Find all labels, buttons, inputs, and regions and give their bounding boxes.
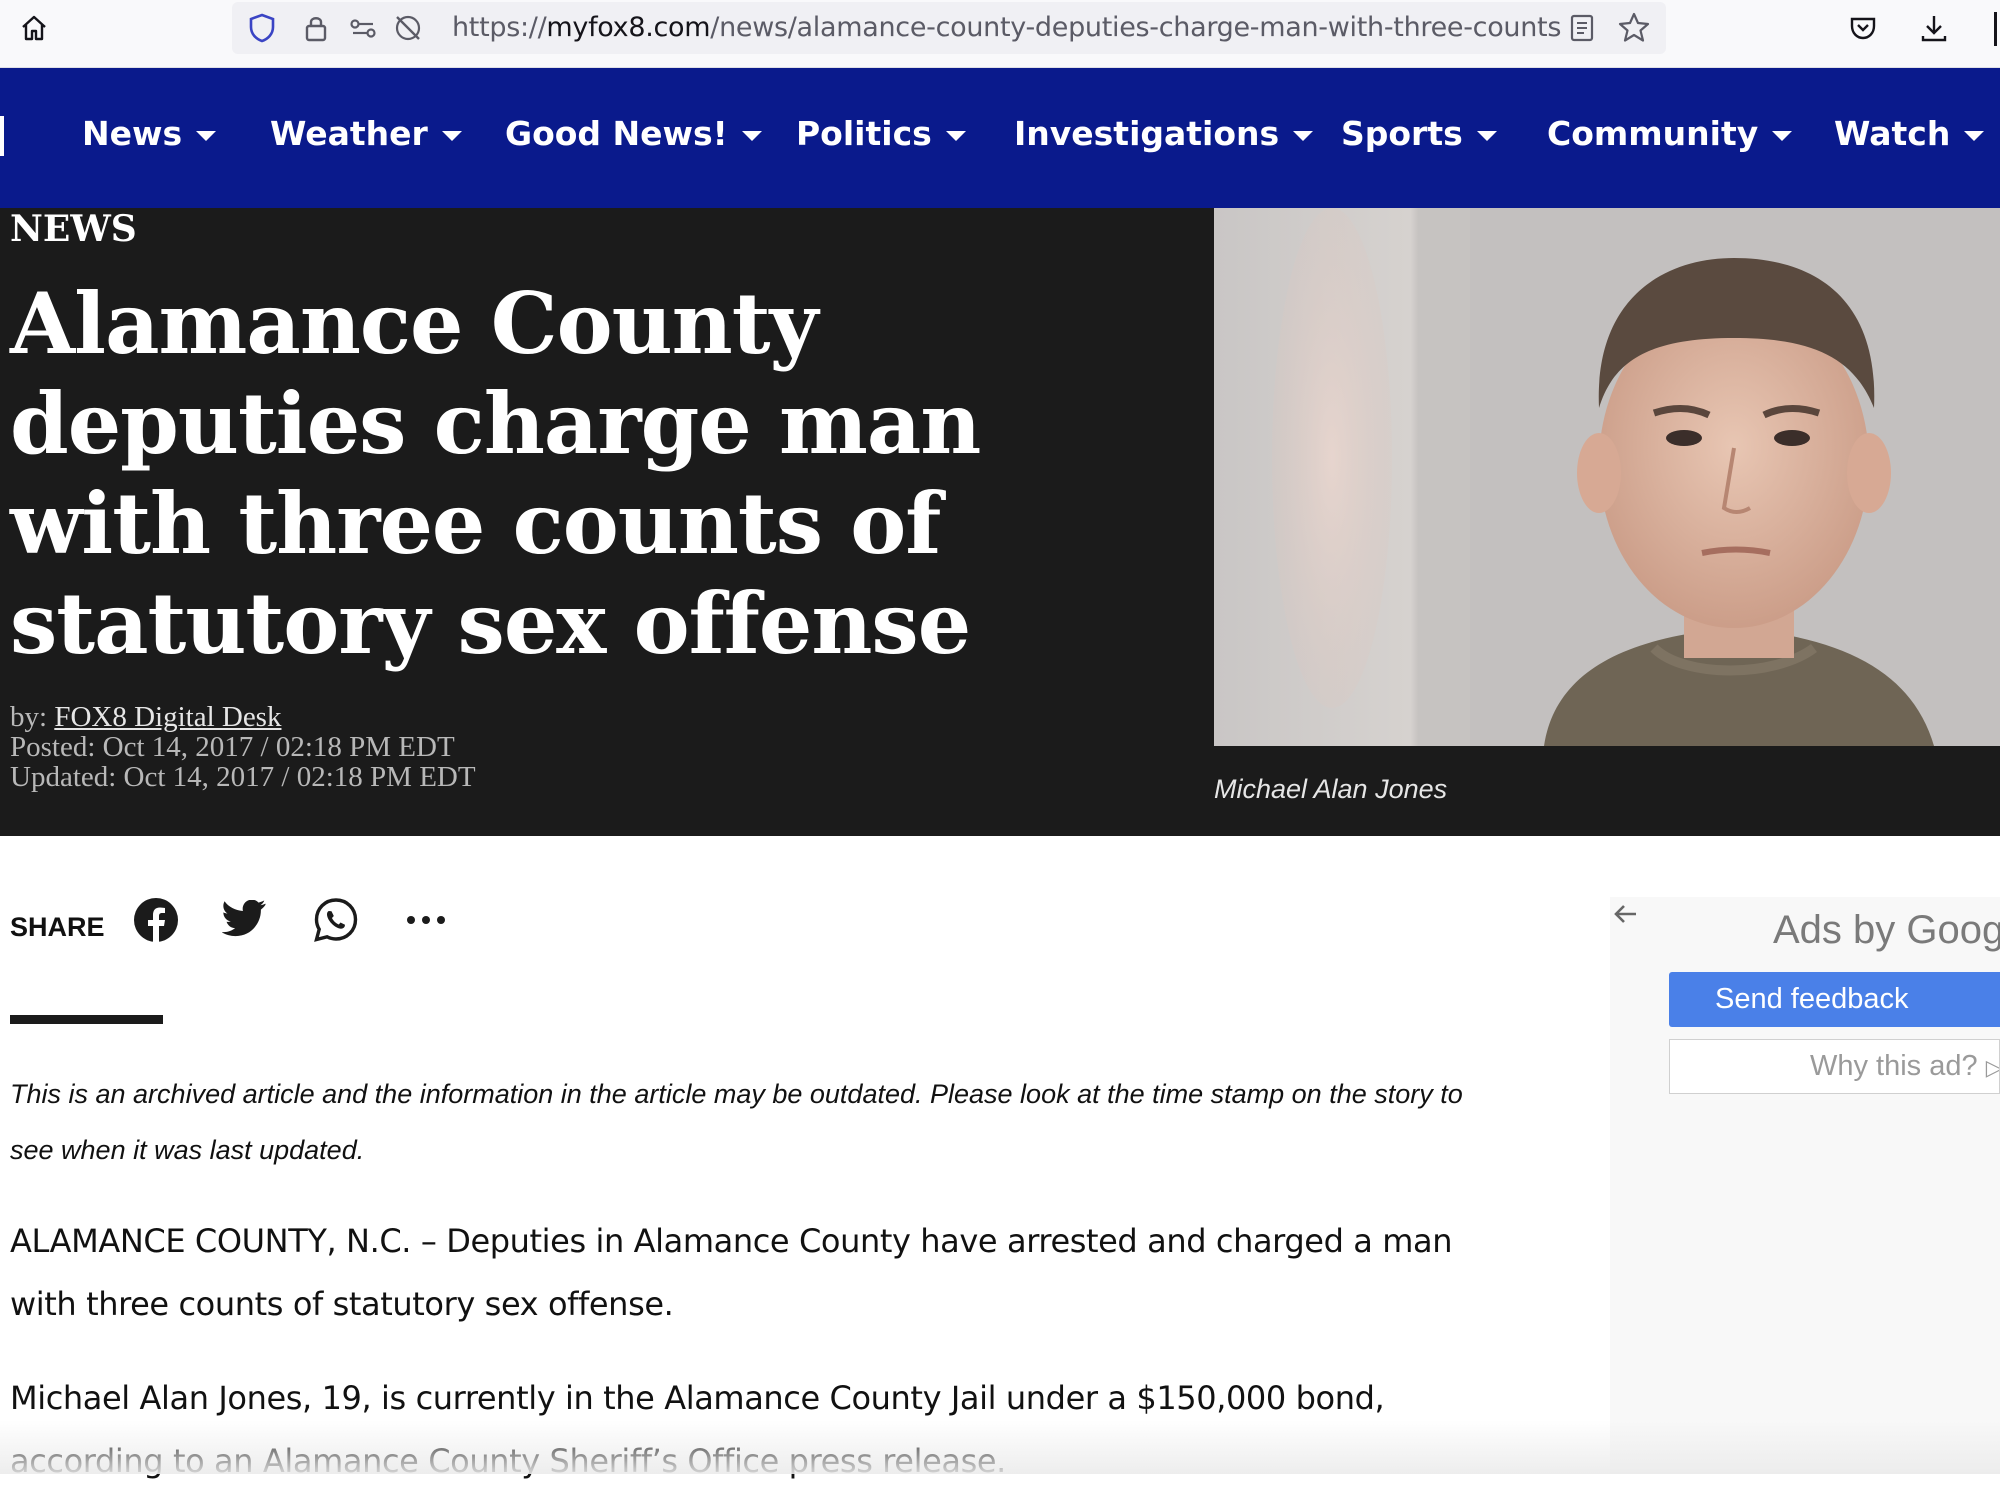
adchoices-icon: ▷ xyxy=(1986,1055,1999,1080)
share-label: SHARE xyxy=(10,912,105,942)
article-photo[interactable] xyxy=(1214,208,2000,746)
posted-date: Posted: Oct 14, 2017 / 02:18 PM EDT xyxy=(10,731,455,763)
nav-item-weather[interactable]: Weather xyxy=(270,114,462,153)
article-headline: Alamance County deputies charge man with… xyxy=(10,274,981,673)
url-bar[interactable]: https://myfox8.com/news/alamance-county-… xyxy=(232,2,1666,54)
caret-down-icon xyxy=(196,130,217,141)
nav-edge-marker xyxy=(0,116,4,156)
bookmark-star-icon[interactable] xyxy=(1614,8,1654,48)
home-icon[interactable] xyxy=(14,8,54,48)
author-link[interactable]: FOX8 Digital Desk xyxy=(54,701,281,733)
lock-icon[interactable] xyxy=(296,8,336,48)
photo-caption: Michael Alan Jones xyxy=(1214,774,1448,804)
caret-down-icon xyxy=(1772,130,1793,141)
nav-item-label: Investigations xyxy=(1014,114,1280,153)
url-scheme: https:// xyxy=(452,12,547,43)
article-hero: NEWS Alamance County deputies charge man… xyxy=(0,208,2000,836)
browser-toolbar: https://myfox8.com/news/alamance-county-… xyxy=(0,0,2000,68)
downloads-icon[interactable] xyxy=(1914,8,1954,48)
archived-notice: This is an archived article and the info… xyxy=(10,1079,1463,1165)
nav-item-label: Politics xyxy=(796,114,932,153)
byline: by: FOX8 Digital Desk xyxy=(10,702,476,732)
caret-down-icon xyxy=(1964,130,1985,141)
whatsapp-icon[interactable] xyxy=(311,895,361,945)
caret-down-icon xyxy=(945,130,966,141)
nav-item-watch[interactable]: Watch xyxy=(1834,114,1985,153)
nav-item-label: Sports xyxy=(1341,114,1463,153)
tracking-blocked-icon[interactable] xyxy=(388,8,428,48)
reader-view-icon[interactable] xyxy=(1562,8,1602,48)
permissions-icon[interactable] xyxy=(344,8,384,48)
why-this-ad-button[interactable]: Why this ad? ▷ xyxy=(1669,1039,2000,1094)
site-navigation: News Weather Good News! Politics Investi… xyxy=(0,68,2000,208)
article-meta: by: FOX8 Digital Desk Posted: Oct 14, 20… xyxy=(10,702,476,792)
nav-item-politics[interactable]: Politics xyxy=(796,114,966,153)
url-path: /news/alamance-county-deputies-charge-ma… xyxy=(710,12,1562,43)
nav-item-label: Community xyxy=(1547,114,1759,153)
caret-down-icon xyxy=(741,130,762,141)
facebook-icon[interactable] xyxy=(131,895,181,945)
why-this-ad-label: Why this ad? xyxy=(1810,1050,1978,1082)
nav-item-label: Watch xyxy=(1834,114,1951,153)
caret-down-icon xyxy=(441,130,462,141)
nav-item-sports[interactable]: Sports xyxy=(1341,114,1497,153)
bottom-fade xyxy=(0,1420,2000,1474)
caret-down-icon xyxy=(1476,130,1497,141)
nav-item-investigations[interactable]: Investigations xyxy=(1014,114,1314,153)
twitter-icon[interactable] xyxy=(220,895,270,945)
back-arrow-icon[interactable] xyxy=(1612,900,1638,934)
more-options-icon[interactable] xyxy=(401,895,451,945)
nav-item-community[interactable]: Community xyxy=(1547,114,1793,153)
section-kicker[interactable]: NEWS xyxy=(10,208,137,250)
updated-date: Updated: Oct 14, 2017 / 02:18 PM EDT xyxy=(10,761,476,793)
send-feedback-button[interactable]: Send feedback xyxy=(1669,972,2000,1027)
nav-item-label: News xyxy=(82,114,183,153)
nav-item-label: Good News! xyxy=(505,114,728,153)
nav-item-label: Weather xyxy=(270,114,428,153)
nav-item-good-news[interactable]: Good News! xyxy=(505,114,762,153)
nav-item-news[interactable]: News xyxy=(82,114,217,153)
pocket-icon[interactable] xyxy=(1843,8,1883,48)
section-divider xyxy=(10,1015,163,1024)
article-paragraph: ALAMANCE COUNTY, N.C. – Deputies in Alam… xyxy=(10,1222,1453,1323)
caret-down-icon xyxy=(1293,130,1314,141)
ads-by-label: Ads by Goog xyxy=(1773,908,2000,952)
shield-icon[interactable] xyxy=(242,8,282,48)
url-domain: myfox8.com xyxy=(546,12,711,43)
byline-prefix: by: xyxy=(10,701,48,733)
toolbar-edge xyxy=(1994,12,1997,46)
